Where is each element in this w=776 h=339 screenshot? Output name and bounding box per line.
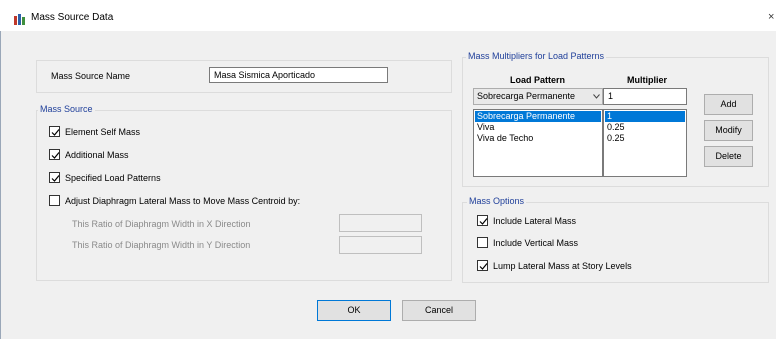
- mass-options-title: Mass Options: [467, 196, 527, 207]
- load-pattern-list[interactable]: Sobrecarga Permanente Viva Viva de Techo: [473, 109, 603, 177]
- additional-mass-label: Additional Mass: [65, 150, 129, 160]
- checkmark-icon: [479, 263, 488, 270]
- delete-button[interactable]: Delete: [704, 146, 753, 167]
- multiplier-header: Multiplier: [627, 75, 667, 85]
- adjust-diaphragm-label: Adjust Diaphragm Lateral Mass to Move Ma…: [65, 196, 301, 206]
- checkmark-icon: [479, 218, 488, 225]
- mass-source-name-input[interactable]: Masa Sismica Aporticado: [209, 67, 388, 83]
- list-item[interactable]: Viva: [475, 122, 494, 133]
- modify-button[interactable]: Modify: [704, 120, 753, 141]
- list-item[interactable]: 0.25: [605, 133, 625, 144]
- list-item[interactable]: 0.25: [605, 122, 625, 133]
- multiplier-list[interactable]: 1 0.25 0.25: [603, 109, 687, 177]
- ratio-x-input[interactable]: [339, 214, 422, 232]
- ratio-x-label: This Ratio of Diaphragm Width in X Direc…: [72, 219, 251, 229]
- checkmark-icon: [51, 129, 60, 136]
- lump-lateral-mass-checkbox[interactable]: [477, 260, 488, 271]
- multiplier-input[interactable]: 1: [603, 88, 687, 105]
- lump-lateral-mass-label: Lump Lateral Mass at Story Levels: [493, 261, 632, 271]
- chevron-down-icon: [593, 94, 600, 99]
- element-self-mass-label: Element Self Mass: [65, 127, 141, 137]
- include-vertical-mass-label: Include Vertical Mass: [493, 238, 579, 248]
- ratio-y-input[interactable]: [339, 236, 422, 254]
- ratio-y-label: This Ratio of Diaphragm Width in Y Direc…: [72, 240, 251, 250]
- additional-mass-checkbox[interactable]: [49, 149, 60, 160]
- mass-source-title: Mass Source: [38, 104, 95, 115]
- close-icon[interactable]: ×: [768, 11, 774, 23]
- mass-multipliers-title: Mass Multipliers for Load Patterns: [466, 51, 607, 62]
- adjust-diaphragm-checkbox[interactable]: [49, 195, 60, 206]
- include-vertical-mass-checkbox[interactable]: [477, 237, 488, 248]
- list-item[interactable]: Sobrecarga Permanente: [475, 111, 601, 122]
- element-self-mass-checkbox[interactable]: [49, 126, 60, 137]
- specified-load-patterns-checkbox[interactable]: [49, 172, 60, 183]
- include-lateral-mass-checkbox[interactable]: [477, 215, 488, 226]
- add-button[interactable]: Add: [704, 94, 753, 115]
- include-lateral-mass-label: Include Lateral Mass: [493, 216, 577, 226]
- list-item[interactable]: Viva de Techo: [475, 133, 533, 144]
- specified-load-patterns-label: Specified Load Patterns: [65, 173, 161, 183]
- mass-source-name-label: Mass Source Name: [51, 71, 131, 81]
- load-pattern-header: Load Pattern: [510, 75, 566, 85]
- title-bar: [0, 0, 776, 31]
- app-grid-icon: [14, 14, 26, 25]
- window-title: Mass Source Data: [31, 12, 114, 23]
- checkmark-icon: [51, 152, 60, 159]
- cancel-button[interactable]: Cancel: [402, 300, 476, 321]
- load-pattern-dropdown-value: Sobrecarga Permanente: [477, 91, 576, 101]
- ok-button[interactable]: OK: [317, 300, 391, 321]
- checkmark-icon: [51, 175, 60, 182]
- load-pattern-dropdown[interactable]: Sobrecarga Permanente: [473, 88, 603, 105]
- window-border: [0, 31, 1, 339]
- list-item[interactable]: 1: [605, 111, 685, 122]
